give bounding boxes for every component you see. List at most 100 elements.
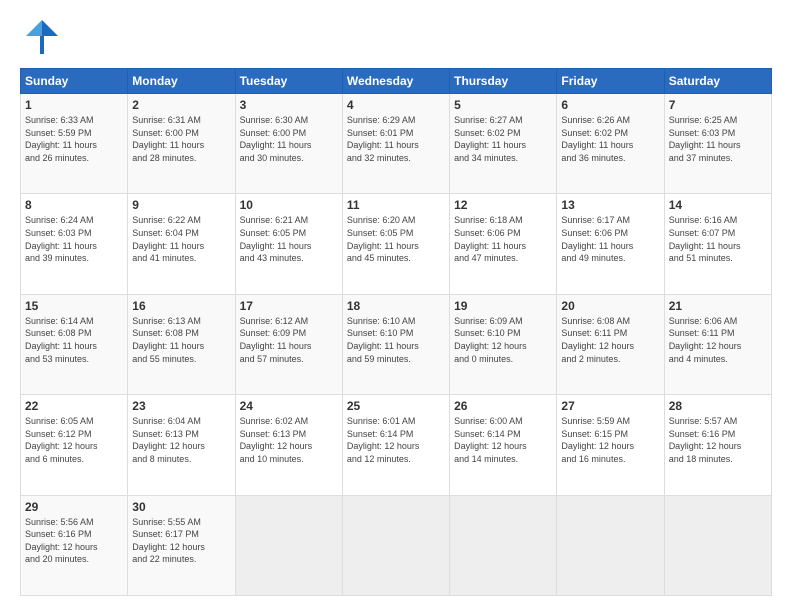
day-number: 4 [347, 98, 445, 112]
calendar-cell [342, 495, 449, 595]
day-number: 13 [561, 198, 659, 212]
calendar-cell [450, 495, 557, 595]
day-number: 3 [240, 98, 338, 112]
day-info: Sunrise: 6:13 AM Sunset: 6:08 PM Dayligh… [132, 315, 230, 365]
calendar-cell: 25Sunrise: 6:01 AM Sunset: 6:14 PM Dayli… [342, 395, 449, 495]
day-header-tuesday: Tuesday [235, 69, 342, 94]
calendar-cell: 1 Sunrise: 6:33 AM Sunset: 5:59 PM Daylig… [21, 94, 128, 194]
day-header-sunday: Sunday [21, 69, 128, 94]
day-info: Sunrise: 6:33 AM Sunset: 5:59 PM Dayligh… [25, 114, 123, 164]
day-number: 23 [132, 399, 230, 413]
day-info: Sunrise: 6:24 AM Sunset: 6:03 PM Dayligh… [25, 214, 123, 264]
day-header-friday: Friday [557, 69, 664, 94]
day-number: 20 [561, 299, 659, 313]
calendar-cell: 10 Sunrise: 6:21 AM Sunset: 6:05 PM Dayli… [235, 194, 342, 294]
calendar-cell: 14 Sunrise: 6:16 AM Sunset: 6:07 PM Dayli… [664, 194, 771, 294]
calendar-cell: 24 Sunrise: 6:02 AM Sunset: 6:13 PM Dayli… [235, 395, 342, 495]
calendar-cell: 23 Sunrise: 6:04 AM Sunset: 6:13 PM Dayli… [128, 395, 235, 495]
day-number: 28 [669, 399, 767, 413]
day-number: 17 [240, 299, 338, 313]
day-number: 12 [454, 198, 552, 212]
day-header-monday: Monday [128, 69, 235, 94]
calendar-cell: 29 Sunrise: 5:56 AM Sunset: 6:16 PM Dayli… [21, 495, 128, 595]
calendar-cell [235, 495, 342, 595]
day-number: 16 [132, 299, 230, 313]
day-info: Sunrise: 6:21 AM Sunset: 6:05 PM Dayligh… [240, 214, 338, 264]
day-header-saturday: Saturday [664, 69, 771, 94]
day-number: 6 [561, 98, 659, 112]
day-number: 29 [25, 500, 123, 514]
calendar-cell: 12Sunrise: 6:18 AM Sunset: 6:06 PM Dayli… [450, 194, 557, 294]
calendar-cell: 13 Sunrise: 6:17 AM Sunset: 6:06 PM Dayli… [557, 194, 664, 294]
day-info: Sunrise: 6:31 AM Sunset: 6:00 PM Dayligh… [132, 114, 230, 164]
day-number: 10 [240, 198, 338, 212]
day-info: Sunrise: 6:29 AM Sunset: 6:01 PM Dayligh… [347, 114, 445, 164]
day-number: 5 [454, 98, 552, 112]
calendar-cell: 3 Sunrise: 6:30 AM Sunset: 6:00 PM Daylig… [235, 94, 342, 194]
day-info: Sunrise: 5:56 AM Sunset: 6:16 PM Dayligh… [25, 516, 123, 566]
calendar-cell: 20 Sunrise: 6:08 AM Sunset: 6:11 PM Dayli… [557, 294, 664, 394]
calendar-cell: 28 Sunrise: 5:57 AM Sunset: 6:16 PM Dayli… [664, 395, 771, 495]
day-number: 19 [454, 299, 552, 313]
day-number: 14 [669, 198, 767, 212]
day-info: Sunrise: 6:08 AM Sunset: 6:11 PM Dayligh… [561, 315, 659, 365]
calendar-cell: 27 Sunrise: 5:59 AM Sunset: 6:15 PM Dayli… [557, 395, 664, 495]
day-info: Sunrise: 6:06 AM Sunset: 6:11 PM Dayligh… [669, 315, 767, 365]
day-info: Sunrise: 6:09 AM Sunset: 6:10 PM Dayligh… [454, 315, 552, 365]
calendar-cell: 6 Sunrise: 6:26 AM Sunset: 6:02 PM Daylig… [557, 94, 664, 194]
day-info: Sunrise: 6:04 AM Sunset: 6:13 PM Dayligh… [132, 415, 230, 465]
calendar-table: SundayMondayTuesdayWednesdayThursdayFrid… [20, 68, 772, 596]
day-number: 7 [669, 98, 767, 112]
logo-icon [20, 16, 64, 60]
day-number: 1 [25, 98, 123, 112]
day-info: Sunrise: 6:16 AM Sunset: 6:07 PM Dayligh… [669, 214, 767, 264]
calendar-cell: 2 Sunrise: 6:31 AM Sunset: 6:00 PM Daylig… [128, 94, 235, 194]
calendar-cell: 4 Sunrise: 6:29 AM Sunset: 6:01 PM Daylig… [342, 94, 449, 194]
header [20, 16, 772, 60]
day-number: 24 [240, 399, 338, 413]
day-info: Sunrise: 6:05 AM Sunset: 6:12 PM Dayligh… [25, 415, 123, 465]
day-number: 27 [561, 399, 659, 413]
calendar-cell: 16 Sunrise: 6:13 AM Sunset: 6:08 PM Dayli… [128, 294, 235, 394]
day-number: 21 [669, 299, 767, 313]
day-info: Sunrise: 6:25 AM Sunset: 6:03 PM Dayligh… [669, 114, 767, 164]
day-info: Sunrise: 6:17 AM Sunset: 6:06 PM Dayligh… [561, 214, 659, 264]
day-info: Sunrise: 6:02 AM Sunset: 6:13 PM Dayligh… [240, 415, 338, 465]
day-info: Sunrise: 6:30 AM Sunset: 6:00 PM Dayligh… [240, 114, 338, 164]
day-info: Sunrise: 6:26 AM Sunset: 6:02 PM Dayligh… [561, 114, 659, 164]
page: SundayMondayTuesdayWednesdayThursdayFrid… [0, 0, 792, 612]
day-number: 26 [454, 399, 552, 413]
day-info: Sunrise: 6:22 AM Sunset: 6:04 PM Dayligh… [132, 214, 230, 264]
calendar-week-4: 29 Sunrise: 5:56 AM Sunset: 6:16 PM Dayli… [21, 495, 772, 595]
calendar-header-row: SundayMondayTuesdayWednesdayThursdayFrid… [21, 69, 772, 94]
day-number: 22 [25, 399, 123, 413]
logo [20, 16, 68, 60]
calendar-week-1: 8 Sunrise: 6:24 AM Sunset: 6:03 PM Daylig… [21, 194, 772, 294]
day-info: Sunrise: 5:55 AM Sunset: 6:17 PM Dayligh… [132, 516, 230, 566]
calendar-cell: 26Sunrise: 6:00 AM Sunset: 6:14 PM Dayli… [450, 395, 557, 495]
calendar-cell: 5 Sunrise: 6:27 AM Sunset: 6:02 PM Daylig… [450, 94, 557, 194]
day-number: 18 [347, 299, 445, 313]
day-info: Sunrise: 6:14 AM Sunset: 6:08 PM Dayligh… [25, 315, 123, 365]
day-header-thursday: Thursday [450, 69, 557, 94]
day-info: Sunrise: 6:01 AM Sunset: 6:14 PM Dayligh… [347, 415, 445, 465]
calendar-cell [664, 495, 771, 595]
calendar-cell: 15 Sunrise: 6:14 AM Sunset: 6:08 PM Dayli… [21, 294, 128, 394]
calendar-cell: 22 Sunrise: 6:05 AM Sunset: 6:12 PM Dayli… [21, 395, 128, 495]
calendar-cell [557, 495, 664, 595]
day-info: Sunrise: 6:10 AM Sunset: 6:10 PM Dayligh… [347, 315, 445, 365]
day-number: 8 [25, 198, 123, 212]
day-number: 30 [132, 500, 230, 514]
calendar-week-2: 15 Sunrise: 6:14 AM Sunset: 6:08 PM Dayli… [21, 294, 772, 394]
day-info: Sunrise: 5:59 AM Sunset: 6:15 PM Dayligh… [561, 415, 659, 465]
day-number: 15 [25, 299, 123, 313]
calendar-cell: 9Sunrise: 6:22 AM Sunset: 6:04 PM Daylig… [128, 194, 235, 294]
calendar-week-0: 1 Sunrise: 6:33 AM Sunset: 5:59 PM Daylig… [21, 94, 772, 194]
calendar-cell: 18 Sunrise: 6:10 AM Sunset: 6:10 PM Dayli… [342, 294, 449, 394]
day-number: 2 [132, 98, 230, 112]
day-number: 11 [347, 198, 445, 212]
day-info: Sunrise: 5:57 AM Sunset: 6:16 PM Dayligh… [669, 415, 767, 465]
calendar-cell: 8 Sunrise: 6:24 AM Sunset: 6:03 PM Daylig… [21, 194, 128, 294]
day-info: Sunrise: 6:27 AM Sunset: 6:02 PM Dayligh… [454, 114, 552, 164]
calendar-cell: 17Sunrise: 6:12 AM Sunset: 6:09 PM Dayli… [235, 294, 342, 394]
